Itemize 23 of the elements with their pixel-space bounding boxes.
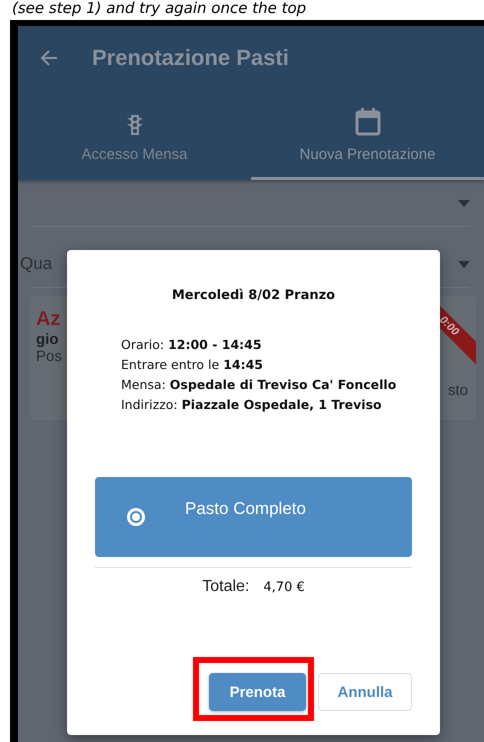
caret-icon <box>458 260 470 268</box>
traffic-light-icon <box>126 114 144 136</box>
caption-text: (see step 1) and try again once the top <box>11 0 308 17</box>
detail-line: Mensa: Ospedale di Treviso Ca' Foncello <box>121 376 396 394</box>
meal-option[interactable]: Pasto Completo <box>95 477 412 557</box>
book-button[interactable]: Prenota <box>209 673 306 711</box>
card-title: Az <box>36 308 60 331</box>
detail-line: Orario: 12:00 - 14:45 <box>121 336 262 354</box>
tab[interactable]: Accesso Mensa <box>18 90 251 180</box>
back-arrow-icon[interactable] <box>40 50 58 66</box>
card-subtitle: gio <box>36 331 58 348</box>
total-value: 4,70 € <box>263 580 305 594</box>
calendar-icon <box>354 108 380 136</box>
card-text: sto <box>448 382 468 399</box>
caret-icon <box>458 200 470 206</box>
card-text: Pos <box>36 348 62 365</box>
cancel-button[interactable]: Annulla <box>318 673 412 711</box>
detail-line: Indirizzo: Piazzale Ospedale, 1 Treviso <box>121 396 382 414</box>
total-label: Totale: <box>202 578 250 596</box>
detail-line: Entrare entro le 14:45 <box>121 356 263 374</box>
app-title: Prenotazione Pasti <box>92 45 289 71</box>
dialog-title: Mercoledì 8/02 Pranzo <box>172 288 336 303</box>
tab[interactable]: Nuova Prenotazione <box>251 90 484 180</box>
